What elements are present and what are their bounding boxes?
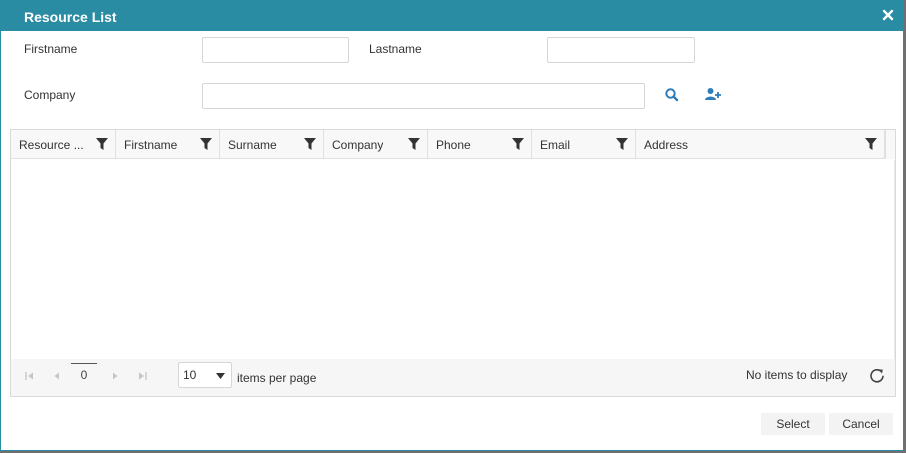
- add-user-icon[interactable]: [704, 86, 722, 104]
- select-button[interactable]: Select: [761, 413, 825, 435]
- filter-icon[interactable]: [408, 138, 420, 150]
- first-page-icon[interactable]: [23, 369, 37, 383]
- cancel-button[interactable]: Cancel: [829, 413, 893, 435]
- grid-body: [11, 160, 895, 359]
- refresh-icon[interactable]: [869, 367, 885, 383]
- current-page[interactable]: 0: [71, 363, 97, 387]
- column-title: Address: [644, 138, 689, 152]
- column-title: Company: [332, 138, 384, 152]
- column-title: Firstname: [124, 138, 178, 152]
- last-page-icon[interactable]: [135, 369, 149, 383]
- resource-list-dialog: Resource List Firstname Lastname Company…: [0, 0, 904, 451]
- company-label: Company: [24, 88, 76, 102]
- close-icon[interactable]: [881, 7, 895, 23]
- lastname-label: Lastname: [369, 42, 422, 56]
- dialog-titlebar: Resource List: [1, 1, 903, 31]
- column-header-firstname[interactable]: Firstname: [116, 130, 220, 159]
- filter-icon[interactable]: [865, 138, 877, 150]
- grid-header: Resource ... Firstname Surname Company P…: [11, 130, 895, 159]
- column-title: Phone: [436, 138, 471, 152]
- column-header-company[interactable]: Company: [324, 130, 428, 159]
- search-icon[interactable]: [663, 86, 681, 104]
- resource-grid: Resource ... Firstname Surname Company P…: [10, 129, 896, 397]
- filter-icon[interactable]: [512, 138, 524, 150]
- previous-page-icon[interactable]: [50, 369, 64, 383]
- dialog-title: Resource List: [24, 9, 117, 25]
- filter-icon[interactable]: [304, 138, 316, 150]
- filter-icon[interactable]: [616, 138, 628, 150]
- grid-pager: 0 10 items per page No items to display: [11, 359, 895, 396]
- company-input[interactable]: [202, 83, 645, 109]
- items-per-page-label: items per page: [237, 371, 317, 385]
- column-title: Resource ...: [19, 138, 84, 152]
- firstname-label: Firstname: [24, 42, 78, 56]
- header-scrollbar-gutter: [885, 130, 895, 159]
- column-header-email[interactable]: Email: [532, 130, 636, 159]
- firstname-input[interactable]: [202, 37, 349, 63]
- page-size-value: 10: [183, 368, 197, 382]
- lastname-input[interactable]: [547, 37, 695, 63]
- column-header-address[interactable]: Address: [636, 130, 885, 159]
- column-header-surname[interactable]: Surname: [220, 130, 324, 159]
- filter-icon[interactable]: [200, 138, 212, 150]
- page-size-select[interactable]: 10: [178, 362, 232, 388]
- column-title: Email: [540, 138, 571, 152]
- column-title: Surname: [228, 138, 277, 152]
- chevron-down-icon: [216, 373, 225, 379]
- pager-status: No items to display: [746, 368, 848, 382]
- filter-icon[interactable]: [96, 138, 108, 150]
- column-header-resource[interactable]: Resource ...: [11, 130, 116, 159]
- column-header-phone[interactable]: Phone: [428, 130, 532, 159]
- next-page-icon[interactable]: [108, 369, 122, 383]
